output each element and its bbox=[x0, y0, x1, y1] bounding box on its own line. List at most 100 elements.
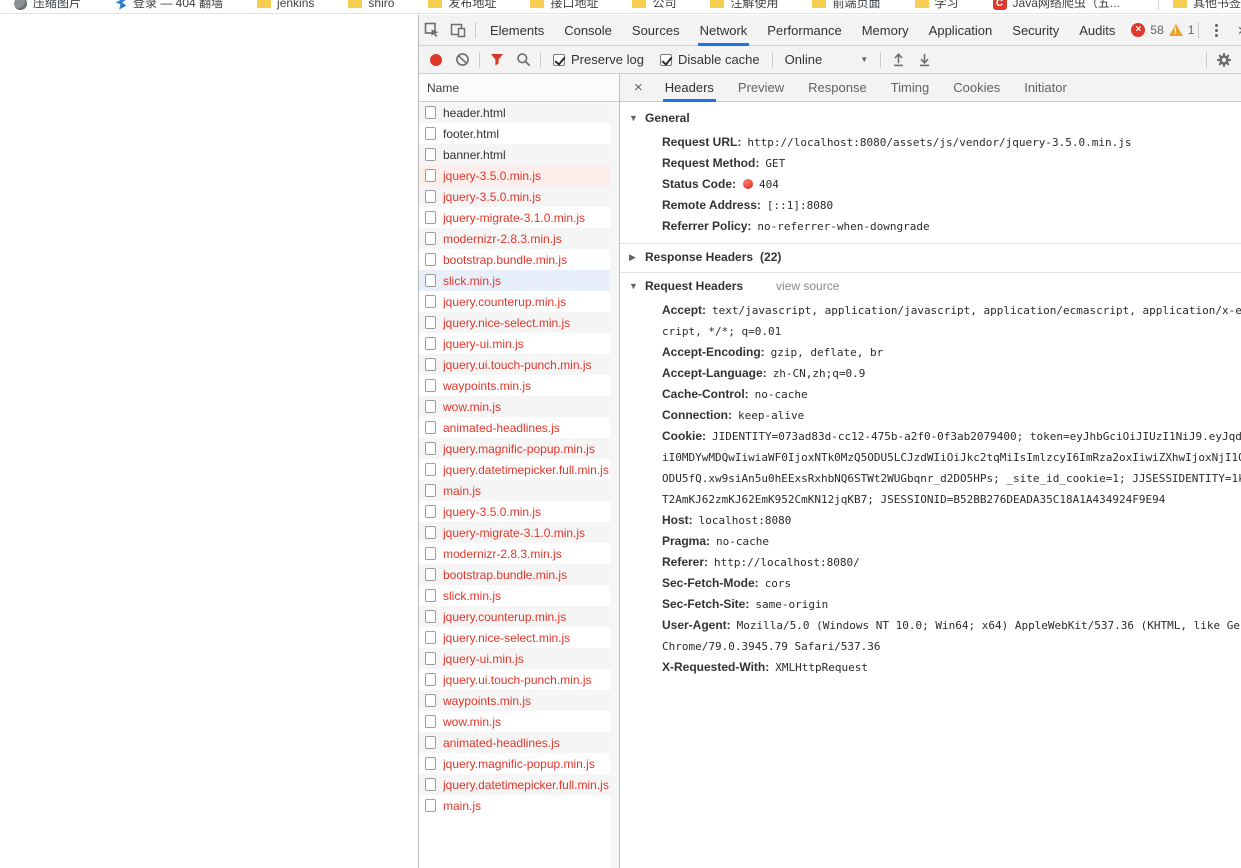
bookmark-item[interactable]: 接口地址 bbox=[530, 0, 598, 10]
network-request-row[interactable]: slick.min.js bbox=[419, 585, 619, 606]
network-settings-button[interactable] bbox=[1211, 47, 1237, 73]
request-name: slick.min.js bbox=[443, 273, 502, 288]
network-request-row[interactable]: main.js bbox=[419, 795, 619, 816]
preserve-log-label: Preserve log bbox=[571, 52, 644, 67]
devtools-tab[interactable]: Memory bbox=[852, 15, 919, 45]
devtools-tab[interactable]: Performance bbox=[757, 15, 851, 45]
close-details-button[interactable]: × bbox=[620, 79, 653, 96]
network-request-row[interactable]: jquery.datetimepicker.full.min.js bbox=[419, 774, 619, 795]
network-request-row[interactable]: jquery-ui.min.js bbox=[419, 648, 619, 669]
network-request-row[interactable]: modernizr-2.8.3.min.js bbox=[419, 543, 619, 564]
filter-button[interactable] bbox=[484, 47, 510, 73]
inspect-element-button[interactable] bbox=[419, 17, 445, 43]
header-line: iI0MDYwMDQwIiwiaWF0IjoxNTk0MzQ5ODU5LCJzd… bbox=[620, 446, 1241, 467]
network-request-row[interactable]: header.html bbox=[419, 102, 619, 123]
record-button[interactable] bbox=[430, 53, 442, 66]
network-request-row[interactable]: jquery-ui.min.js bbox=[419, 333, 619, 354]
network-request-row[interactable]: jquery.nice-select.min.js bbox=[419, 627, 619, 648]
network-request-row[interactable]: jquery-migrate-3.1.0.min.js bbox=[419, 207, 619, 228]
detail-tab[interactable]: Cookies bbox=[941, 74, 1012, 101]
network-request-row[interactable]: wow.min.js bbox=[419, 396, 619, 417]
chevron-down-icon: ▼ bbox=[860, 55, 869, 64]
network-request-row[interactable]: modernizr-2.8.3.min.js bbox=[419, 228, 619, 249]
header-value: cript, */*; q=0.01 bbox=[662, 325, 782, 338]
devtools-close-button[interactable]: × bbox=[1229, 17, 1241, 43]
file-icon bbox=[425, 169, 436, 182]
devtools-tab[interactable]: Audits bbox=[1069, 15, 1125, 45]
network-request-row[interactable]: banner.html bbox=[419, 144, 619, 165]
network-request-row[interactable]: jquery.magnific-popup.min.js bbox=[419, 438, 619, 459]
detail-tab[interactable]: Timing bbox=[879, 74, 942, 101]
detail-tab[interactable]: Headers bbox=[653, 74, 726, 102]
request-name: jquery.ui.touch-punch.min.js bbox=[443, 357, 592, 372]
devtools-tab[interactable]: Elements bbox=[480, 15, 554, 45]
devtools-tab[interactable]: Sources bbox=[622, 15, 690, 45]
export-har-button[interactable] bbox=[911, 47, 937, 73]
devtools-menu-button[interactable] bbox=[1203, 17, 1229, 43]
preserve-log-checkbox[interactable]: Preserve log bbox=[553, 52, 644, 67]
detail-tab[interactable]: Preview bbox=[726, 74, 796, 101]
bookmark-item[interactable]: 公司 bbox=[632, 0, 676, 10]
disable-cache-checkbox[interactable]: Disable cache bbox=[659, 52, 760, 67]
network-request-row[interactable]: jquery-3.5.0.min.js bbox=[419, 165, 619, 186]
network-request-row[interactable]: waypoints.min.js bbox=[419, 690, 619, 711]
bookmark-item[interactable]: Java网络爬虫（五... bbox=[992, 0, 1120, 10]
header-value: no-cache bbox=[716, 535, 770, 548]
devtools-tab[interactable]: Application bbox=[919, 15, 1003, 45]
network-request-row[interactable]: jquery-3.5.0.min.js bbox=[419, 186, 619, 207]
header-value: Chrome/79.0.3945.79 Safari/537.36 bbox=[662, 640, 881, 653]
throttling-dropdown[interactable]: Online ▼ bbox=[777, 52, 877, 67]
name-column-header[interactable]: Name bbox=[419, 74, 619, 102]
view-source-link[interactable]: view source bbox=[776, 279, 839, 293]
network-request-row[interactable]: slick.min.js bbox=[419, 270, 619, 291]
network-request-row[interactable]: jquery-3.5.0.min.js bbox=[419, 501, 619, 522]
network-request-row[interactable]: jquery.counterup.min.js bbox=[419, 606, 619, 627]
bookmark-item[interactable]: 压缩图片 bbox=[14, 0, 81, 10]
network-request-row[interactable]: bootstrap.bundle.min.js bbox=[419, 564, 619, 585]
bookmark-item[interactable]: 注解使用 bbox=[710, 0, 778, 10]
network-request-row[interactable]: animated-headlines.js bbox=[419, 417, 619, 438]
issues-badges[interactable]: × 58 1 bbox=[1131, 23, 1194, 37]
bookmark-item[interactable]: 登录 — 404 翻墙 bbox=[115, 0, 223, 10]
import-har-button[interactable] bbox=[885, 47, 911, 73]
devtools-tab[interactable]: Security bbox=[1002, 15, 1069, 45]
bookmark-icon bbox=[530, 0, 545, 8]
network-request-row[interactable]: footer.html bbox=[419, 123, 619, 144]
network-request-row[interactable]: jquery.counterup.min.js bbox=[419, 291, 619, 312]
bookmark-item[interactable]: shiro bbox=[348, 0, 394, 10]
detail-tab[interactable]: Initiator bbox=[1012, 74, 1079, 101]
header-label: Referrer Policy: bbox=[662, 219, 752, 233]
scrollbar-track[interactable] bbox=[610, 102, 619, 868]
request-name: jquery-ui.min.js bbox=[443, 651, 524, 666]
network-request-row[interactable]: jquery-migrate-3.1.0.min.js bbox=[419, 522, 619, 543]
bookmark-item[interactable]: 前端页面 bbox=[812, 0, 881, 10]
general-section-header[interactable]: ▼ General bbox=[620, 105, 1241, 131]
file-icon bbox=[425, 547, 436, 560]
request-name: jquery-migrate-3.1.0.min.js bbox=[443, 210, 586, 225]
network-request-row[interactable]: main.js bbox=[419, 480, 619, 501]
other-bookmarks[interactable]: 其他书签 bbox=[1157, 0, 1241, 10]
response-headers-section-header[interactable]: ▶ Response Headers (22) bbox=[620, 244, 1241, 270]
search-button[interactable] bbox=[510, 47, 536, 73]
network-request-row[interactable]: jquery.magnific-popup.min.js bbox=[419, 753, 619, 774]
network-request-row[interactable]: bootstrap.bundle.min.js bbox=[419, 249, 619, 270]
network-request-row[interactable]: waypoints.min.js bbox=[419, 375, 619, 396]
network-request-row[interactable]: jquery.datetimepicker.full.min.js bbox=[419, 459, 619, 480]
network-request-row[interactable]: jquery.ui.touch-punch.min.js bbox=[419, 669, 619, 690]
device-toolbar-button[interactable] bbox=[445, 17, 471, 43]
devtools-tab[interactable]: Console bbox=[554, 15, 622, 45]
header-label: Request URL: bbox=[662, 135, 742, 149]
network-request-row[interactable]: jquery.nice-select.min.js bbox=[419, 312, 619, 333]
network-request-row[interactable]: wow.min.js bbox=[419, 711, 619, 732]
bookmark-item[interactable]: jenkins bbox=[257, 0, 314, 10]
detail-tab[interactable]: Response bbox=[796, 74, 879, 101]
header-line: ODU5fQ.xw9siAn5u0hEExsRxhbNQ6STWt2WUGbqn… bbox=[620, 467, 1241, 488]
request-headers-section-header[interactable]: ▼ Request Headers view source bbox=[620, 273, 1241, 299]
bookmark-item[interactable]: 发布地址 bbox=[428, 0, 496, 10]
network-request-row[interactable]: animated-headlines.js bbox=[419, 732, 619, 753]
header-value: iI0MDYwMDQwIiwiaWF0IjoxNTk0MzQ5ODU5LCJzd… bbox=[662, 451, 1241, 464]
bookmark-item[interactable]: 学习 bbox=[914, 0, 959, 10]
devtools-tab[interactable]: Network bbox=[690, 15, 758, 46]
network-request-row[interactable]: jquery.ui.touch-punch.min.js bbox=[419, 354, 619, 375]
clear-button[interactable] bbox=[449, 47, 475, 73]
